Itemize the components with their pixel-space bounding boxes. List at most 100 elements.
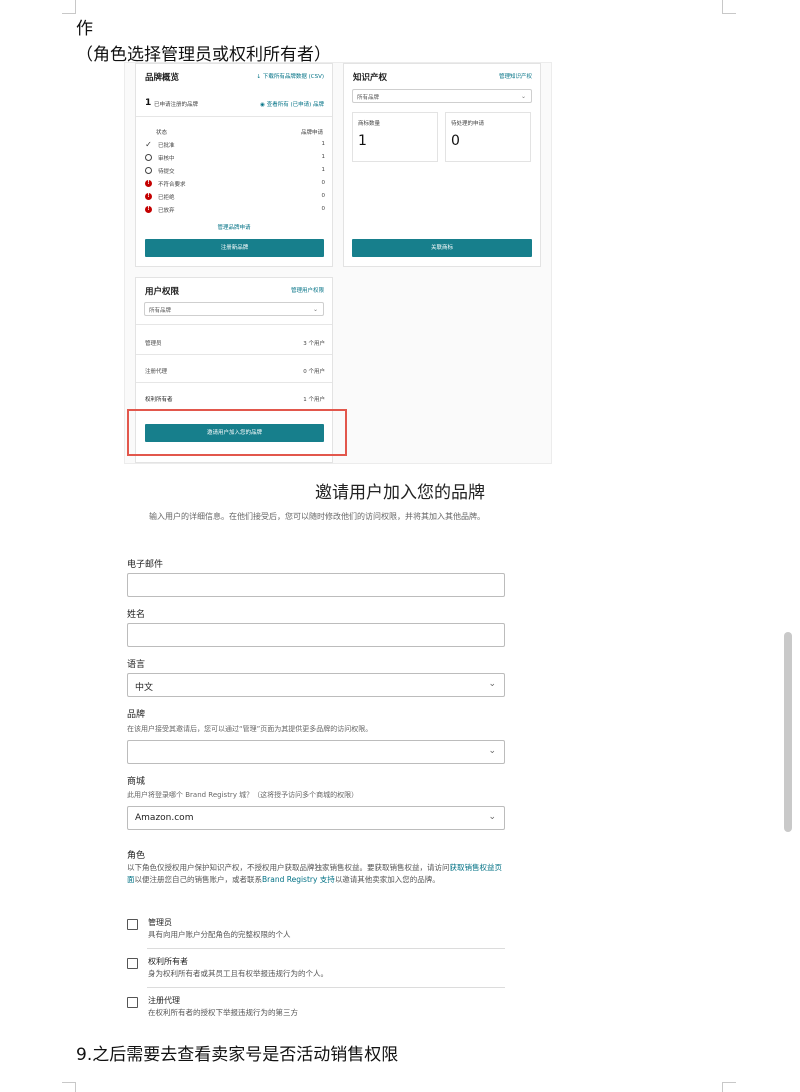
status-row: ! 已拒绝 0 <box>145 193 325 203</box>
language-label: 语言 <box>127 660 146 670</box>
register-brand-button[interactable]: 注册新品牌 <box>145 239 324 257</box>
role-description: 以下角色仅授权用户保护知识产权，不授权用户获取品牌独家销售权益。要获取销售权益，… <box>127 862 505 886</box>
box-value: 1 <box>358 133 367 149</box>
role-label: 角色 <box>127 851 146 861</box>
divider <box>147 948 505 949</box>
crop-mark <box>722 0 736 14</box>
brand-select[interactable]: ⌄ <box>127 740 505 764</box>
view-brands-link[interactable]: ◉ 查看所有 (已申请) 品牌 <box>260 100 324 108</box>
box-value: 0 <box>451 133 460 149</box>
checkbox[interactable] <box>127 997 138 1008</box>
divider <box>136 354 332 355</box>
chevron-down-icon: ⌄ <box>488 812 496 822</box>
divider <box>136 116 332 117</box>
role-count: 0 个用户 <box>303 369 325 375</box>
role-label: 管理员 <box>145 341 162 347</box>
role-option-desc: 在权利所有者的授权下举报违规行为的第三方 <box>148 1008 298 1017</box>
role-option-title: 注册代理 <box>148 996 180 1005</box>
status-row: ✓ 已批准 1 <box>145 141 325 151</box>
marketplace-select[interactable]: Amazon.com ⌄ <box>127 806 505 830</box>
language-select[interactable]: 中文 ⌄ <box>127 673 505 697</box>
role-option-desc: 身为权利所有者或其员工且有权举报违规行为的个人。 <box>148 969 328 978</box>
divider <box>136 382 332 383</box>
highlight-box <box>127 409 347 456</box>
trademark-count-box: 商标数量 1 <box>352 112 438 162</box>
brand-help-text: 在该用户接受其邀请后，您可以通过“管理”页面为其提供更多品牌的访问权限。 <box>127 725 373 733</box>
checkbox[interactable] <box>127 958 138 969</box>
col-count-header: 品牌申请 <box>300 130 323 136</box>
email-field[interactable] <box>127 573 505 597</box>
chevron-down-icon: ⌄ <box>520 93 526 100</box>
link-trademark-button[interactable]: 关联商标 <box>352 239 532 257</box>
brand-registry-support-link[interactable]: Brand Registry 支持 <box>262 875 335 884</box>
status-row: 待提交 1 <box>145 167 325 177</box>
manage-applications-link[interactable]: 管理品牌申请 <box>136 223 332 231</box>
alert-icon: ! <box>145 180 152 187</box>
brand-count-label: 已申请注册的品牌 <box>154 102 199 108</box>
clock-icon <box>145 167 152 174</box>
chevron-down-icon: ⌄ <box>488 679 496 689</box>
status-label: 已放弃 <box>158 208 175 214</box>
alert-icon: ! <box>145 193 152 200</box>
email-label: 电子邮件 <box>127 560 164 570</box>
status-count: 1 <box>321 154 326 160</box>
brand-overview-card: 品牌概览 ↓ 下载所有品牌数据 (CSV) 1 已申请注册的品牌 ◉ 查看所有 … <box>135 63 333 267</box>
marketplace-help-text: 此用户将登录哪个 Brand Registry 城？（这将授予访问多个商城的权限… <box>127 791 359 799</box>
ip-brand-select[interactable]: 所有品牌 ⌄ <box>352 89 532 103</box>
form-description: 输入用户的详细信息。在他们接受后，您可以随时修改他们的访问权限，并将其加入其他品… <box>149 512 485 521</box>
status-count: 0 <box>321 180 326 186</box>
marketplace-label: 商城 <box>127 777 146 787</box>
chevron-down-icon: ⌄ <box>312 306 318 313</box>
alert-icon: ! <box>145 206 152 213</box>
manage-ip-link[interactable]: 管理知识产权 <box>499 72 532 80</box>
status-row: 审核中 1 <box>145 154 325 164</box>
role-count: 1 个用户 <box>303 397 325 403</box>
role-option-registered-agent[interactable]: 注册代理 在权利所有者的授权下举报违规行为的第三方 <box>127 995 505 1031</box>
form-title: 邀请用户加入您的品牌 <box>315 483 485 503</box>
status-row: ! 不符合要求 0 <box>145 180 325 190</box>
crop-mark <box>722 1082 736 1092</box>
select-value: 所有品牌 <box>149 308 172 314</box>
checkbox[interactable] <box>127 919 138 930</box>
status-label: 待提交 <box>158 169 175 175</box>
status-count: 0 <box>321 193 326 199</box>
status-count: 0 <box>321 206 326 212</box>
select-value: Amazon.com <box>135 813 194 823</box>
divider <box>136 324 332 325</box>
ip-card: 知识产权 管理知识产权 所有品牌 ⌄ 商标数量 1 待处理的申请 0 关联商标 <box>343 63 541 267</box>
select-value: 所有品牌 <box>357 95 380 101</box>
download-csv-link[interactable]: ↓ 下载所有品牌数据 (CSV) <box>257 72 325 80</box>
user-brand-select[interactable]: 所有品牌 ⌄ <box>144 302 324 316</box>
doc-text-line: 9.之后需要去查看卖家号是否活动销售权限 <box>76 1045 399 1065</box>
status-label: 已拒绝 <box>158 195 175 201</box>
name-field[interactable] <box>127 623 505 647</box>
role-desc-text: 以便注册您自己的销售账户，或者联系 <box>134 875 263 884</box>
manage-users-link[interactable]: 管理用户权限 <box>291 286 324 294</box>
pending-count-box: 待处理的申请 0 <box>445 112 531 162</box>
box-label: 待处理的申请 <box>451 121 485 127</box>
doc-text-line: 作 <box>76 19 93 39</box>
divider <box>147 987 505 988</box>
role-desc-text: 以邀请其他卖家加入您的品牌。 <box>334 875 440 884</box>
chevron-down-icon: ⌄ <box>488 746 496 756</box>
role-option-desc: 具有向用户账户分配角色的完整权限的个人 <box>148 930 291 939</box>
role-count: 3 个用户 <box>303 341 325 347</box>
role-label: 注册代理 <box>145 369 168 375</box>
status-label: 不符合要求 <box>158 182 186 188</box>
brand-label: 品牌 <box>127 710 146 720</box>
status-label: 审核中 <box>158 156 175 162</box>
brand-dashboard-screenshot: 品牌概览 ↓ 下载所有品牌数据 (CSV) 1 已申请注册的品牌 ◉ 查看所有 … <box>124 62 552 464</box>
name-label: 姓名 <box>127 610 146 620</box>
select-value: 中文 <box>135 683 154 693</box>
card-title: 用户权限 <box>145 287 180 297</box>
crop-mark <box>62 0 76 14</box>
role-option-title: 权利所有者 <box>148 957 188 966</box>
scrollbar[interactable] <box>784 632 792 832</box>
status-count: 1 <box>321 141 326 147</box>
status-label: 已批准 <box>158 143 175 149</box>
col-status-header: 状态 <box>156 130 168 136</box>
check-icon: ✓ <box>145 140 152 149</box>
status-row: ! 已放弃 0 <box>145 206 325 216</box>
view-brands-label: 查看所有 (已申请) 品牌 <box>266 102 324 108</box>
card-title: 品牌概览 <box>145 73 180 83</box>
